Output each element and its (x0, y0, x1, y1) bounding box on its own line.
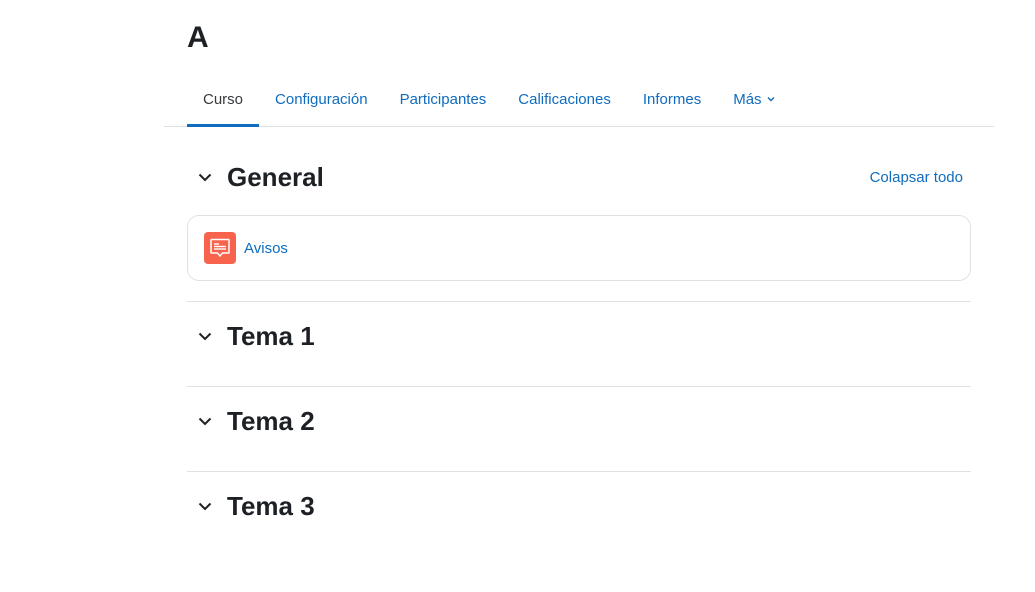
section-divider (187, 301, 971, 302)
chevron-down-icon (198, 502, 212, 511)
section-tema-2: Tema 2 (187, 401, 971, 441)
chevron-down-icon (198, 332, 212, 341)
collapse-section-toggle[interactable] (192, 164, 218, 190)
forum-icon (204, 232, 236, 264)
collapse-section-toggle[interactable] (192, 323, 218, 349)
tab-informes[interactable]: Informes (627, 72, 717, 126)
chevron-down-icon (767, 97, 775, 102)
section-tema-3: Tema 3 (187, 486, 971, 526)
activity-card-avisos: Avisos (187, 215, 971, 281)
tab-curso[interactable]: Curso (187, 72, 260, 127)
chevron-down-icon (198, 173, 212, 182)
section-divider (187, 471, 971, 472)
tab-label: Calificaciones (518, 90, 611, 108)
course-page: A Curso Configuración Participantes Cali… (0, 0, 1035, 592)
tab-configuracion[interactable]: Configuración (259, 72, 384, 126)
secondary-navigation: Curso Configuración Participantes Califi… (164, 72, 994, 127)
section-general: General Colapsar todo (187, 157, 971, 197)
activity-link-avisos[interactable]: Avisos (244, 240, 288, 257)
section-title: Tema 3 (227, 491, 315, 521)
tab-label: Configuración (275, 90, 368, 108)
section-divider (187, 386, 971, 387)
page-title: A (187, 21, 209, 54)
tab-mas-dropdown[interactable]: Más (717, 72, 791, 126)
collapse-all-link[interactable]: Colapsar todo (870, 169, 963, 186)
section-tema-1: Tema 1 (187, 316, 971, 356)
section-title: General (227, 162, 324, 192)
chevron-down-icon (198, 417, 212, 426)
tab-calificaciones[interactable]: Calificaciones (502, 72, 627, 126)
section-title: Tema 1 (227, 321, 315, 351)
tab-participantes[interactable]: Participantes (384, 72, 503, 126)
tab-label: Informes (642, 90, 702, 108)
collapse-section-toggle[interactable] (192, 408, 218, 434)
collapse-section-toggle[interactable] (192, 493, 218, 519)
section-title: Tema 2 (227, 406, 315, 436)
tab-label: Más (733, 90, 762, 108)
tab-label: Curso (203, 90, 244, 108)
tab-label: Participantes (399, 90, 487, 108)
